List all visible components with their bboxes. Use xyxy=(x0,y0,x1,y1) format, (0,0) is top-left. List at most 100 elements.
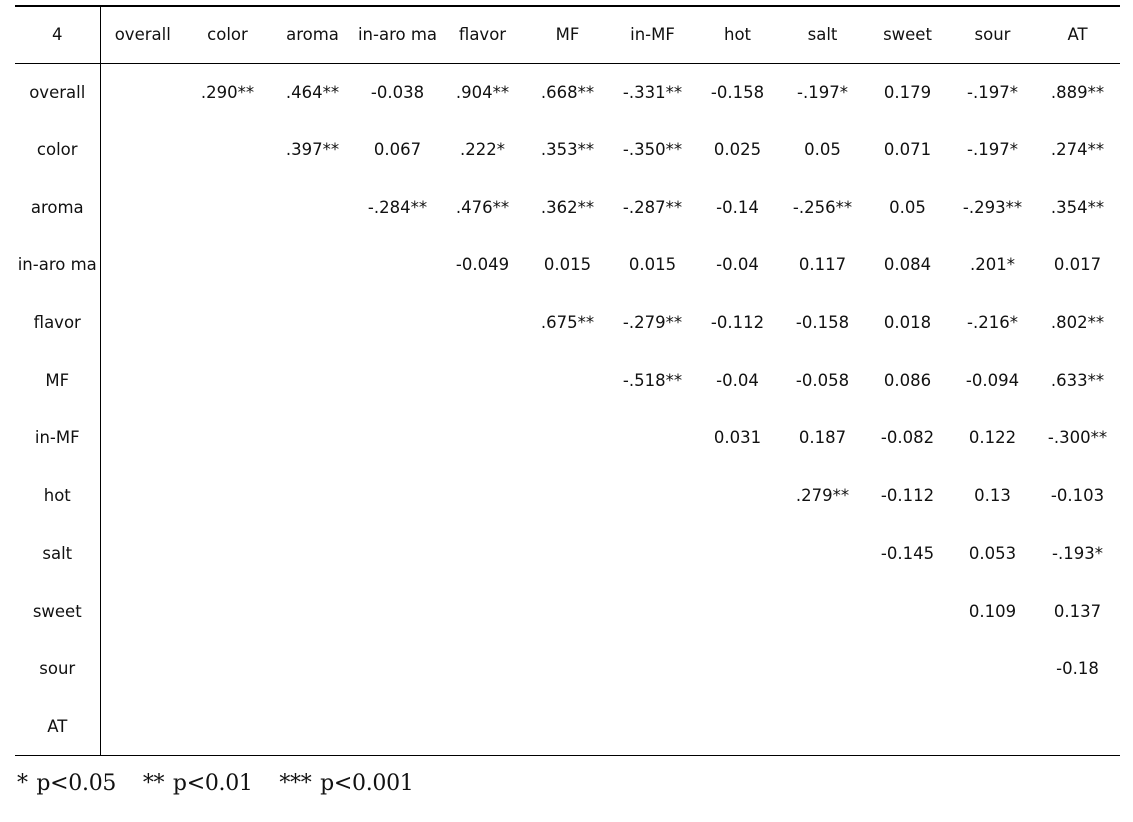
row-label: flavor xyxy=(15,293,101,352)
table-cell: -0.04 xyxy=(716,255,759,275)
column-header: sour xyxy=(950,5,1035,64)
table-cell: -.279** xyxy=(622,313,683,333)
table-cell xyxy=(100,467,185,525)
table-cell: 0.117 xyxy=(798,255,847,275)
table-row: sour -0.18 xyxy=(15,639,1120,698)
table-cell: 0.086 xyxy=(883,370,932,390)
table-cell xyxy=(100,236,185,294)
table-row: in-aro ma -0.049 0.015 0.015 -0.04 0.117 0.084… xyxy=(15,236,1120,294)
table-cell: -.216* xyxy=(967,313,1018,333)
table-cell: -0.158 xyxy=(795,313,850,333)
column-header: color xyxy=(185,5,270,64)
table-cell: -.284** xyxy=(367,197,428,217)
table-cell: .675** xyxy=(540,313,595,333)
table-cell xyxy=(610,409,695,467)
table-cell: 0.025 xyxy=(713,140,762,160)
table-cell: -0.049 xyxy=(455,255,510,275)
table-row: AT xyxy=(15,697,1120,756)
column-header: MF xyxy=(525,5,610,64)
table-cell: 0.137 xyxy=(1053,601,1102,621)
table-cell xyxy=(780,640,865,698)
row-label: hot xyxy=(15,466,101,525)
table-cell: 0.187 xyxy=(798,428,847,448)
table-cell xyxy=(185,640,270,698)
table-cell: 0.071 xyxy=(883,140,932,160)
table-cell xyxy=(270,697,355,756)
table-cell xyxy=(780,525,865,583)
table-cell: .274** xyxy=(1050,140,1105,160)
table-cell xyxy=(270,467,355,525)
table-cell xyxy=(270,236,355,294)
table-cell: -.350** xyxy=(622,140,683,160)
row-label: in-MF xyxy=(15,409,101,467)
table-cell xyxy=(610,582,695,640)
table-cell: 0.031 xyxy=(713,428,762,448)
table-row: hot .279** -0.112 0.13 -0.103 xyxy=(15,466,1120,525)
column-header: salt xyxy=(780,5,865,64)
table-cell xyxy=(865,640,950,698)
table-cell: 0.018 xyxy=(883,313,932,333)
table-cell xyxy=(185,351,270,409)
table-cell xyxy=(355,351,440,409)
table-row: MF -.518** -0.04 -0.058 0.086 -0.094 .633** xyxy=(15,351,1120,410)
table-cell: 0.067 xyxy=(373,140,422,160)
row-label: AT xyxy=(15,697,101,756)
table-cell: .362** xyxy=(540,197,595,217)
table-cell xyxy=(440,294,525,352)
table-cell: -0.082 xyxy=(880,428,935,448)
table-cell: 0.13 xyxy=(974,486,1011,506)
table-cell xyxy=(610,525,695,583)
table-cell xyxy=(780,582,865,640)
table-cell xyxy=(525,640,610,698)
table-row: color .397** 0.067 .222* .353** -.350** 0.025 0… xyxy=(15,120,1120,179)
table-cell: .464** xyxy=(285,82,340,102)
table-cell: -0.158 xyxy=(710,82,765,102)
table-cell xyxy=(440,409,525,467)
table-row: salt -0.145 0.053 -.193* xyxy=(15,524,1120,583)
significance-footnote: * p<0.05 ** p<0.01 *** p<0.001 xyxy=(17,771,432,796)
table-cell xyxy=(185,582,270,640)
column-header: AT xyxy=(1035,5,1120,64)
table-cell xyxy=(695,525,780,583)
table-cell: .802** xyxy=(1050,313,1105,333)
table-cell: -.256** xyxy=(792,197,853,217)
table-cell: .279** xyxy=(795,486,850,506)
table-cell xyxy=(270,178,355,236)
column-header: in-MF xyxy=(610,5,695,64)
table-cell: -0.038 xyxy=(370,82,425,102)
table-cell: -0.18 xyxy=(1056,659,1099,679)
table-cell: -.293** xyxy=(962,197,1023,217)
table-row: aroma -.284** .476** .362** -.287** -0.14 -.25… xyxy=(15,178,1120,237)
table-cell: 0.084 xyxy=(883,255,932,275)
table-cell: 0.015 xyxy=(543,255,592,275)
table-cell xyxy=(355,467,440,525)
table-cell xyxy=(185,525,270,583)
table-cell xyxy=(610,467,695,525)
table-cell: 0.05 xyxy=(804,140,841,160)
column-header: flavor xyxy=(440,5,525,64)
table-cell: -0.112 xyxy=(710,313,765,333)
table-cell xyxy=(100,121,185,179)
table-cell: .668** xyxy=(540,82,595,102)
column-header: aroma xyxy=(270,5,355,64)
table-cell xyxy=(440,351,525,409)
row-label: overall xyxy=(15,63,101,121)
table-cell: -.197* xyxy=(797,82,848,102)
table-cell: .397** xyxy=(285,140,340,160)
table-cell: -.197* xyxy=(967,140,1018,160)
table-cell xyxy=(695,640,780,698)
table-cell: -0.14 xyxy=(716,197,759,217)
table-cell: -0.145 xyxy=(880,543,935,563)
table-cell xyxy=(100,178,185,236)
table-cell xyxy=(100,63,185,121)
table-cell: -.193* xyxy=(1052,543,1103,563)
table-cell xyxy=(185,121,270,179)
table-cell xyxy=(1035,697,1120,756)
table-cell: -0.094 xyxy=(965,370,1020,390)
table-cell xyxy=(525,697,610,756)
table-cell: .476** xyxy=(455,197,510,217)
table-cell: .633** xyxy=(1050,370,1105,390)
table-cell xyxy=(355,525,440,583)
row-label: salt xyxy=(15,524,101,583)
table-cell: -.197* xyxy=(967,82,1018,102)
